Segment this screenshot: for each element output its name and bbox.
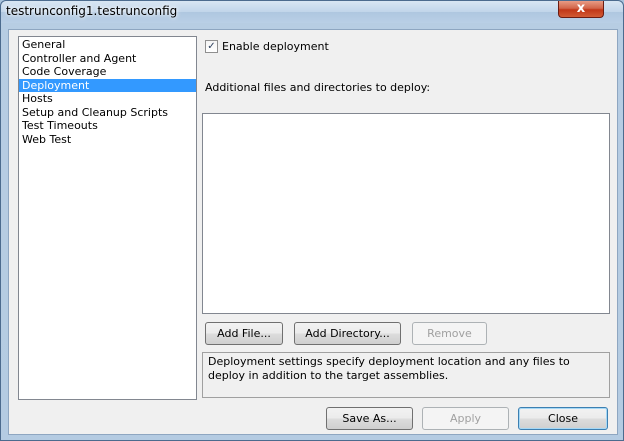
enable-deployment-checkbox[interactable]: ✓ — [205, 40, 218, 53]
checkmark-icon: ✓ — [207, 41, 216, 52]
close-window-button[interactable]: x — [558, 1, 604, 18]
close-button[interactable]: Close — [518, 407, 608, 430]
category-item-code-coverage[interactable]: Code Coverage — [19, 65, 196, 79]
add-directory-button[interactable]: Add Directory... — [294, 322, 401, 345]
dialog-window: testrunconfig1.testrunconfig x General C… — [0, 0, 624, 441]
remove-button[interactable]: Remove — [412, 322, 487, 345]
category-item-controller-and-agent[interactable]: Controller and Agent — [19, 52, 196, 66]
enable-deployment-label[interactable]: Enable deployment — [222, 40, 329, 53]
category-item-deployment[interactable]: Deployment — [19, 78, 196, 92]
category-item-test-timeouts[interactable]: Test Timeouts — [19, 119, 196, 133]
apply-button[interactable]: Apply — [422, 407, 509, 430]
window-title: testrunconfig1.testrunconfig — [6, 4, 178, 18]
category-item-setup-and-cleanup-scripts[interactable]: Setup and Cleanup Scripts — [19, 106, 196, 120]
additional-files-label: Additional files and directories to depl… — [205, 81, 431, 94]
category-list[interactable]: General Controller and Agent Code Covera… — [18, 36, 197, 400]
category-item-hosts[interactable]: Hosts — [19, 92, 196, 106]
title-bar[interactable]: testrunconfig1.testrunconfig x — [1, 1, 623, 23]
close-icon: x — [576, 1, 586, 16]
save-as-button[interactable]: Save As... — [326, 407, 413, 430]
category-item-web-test[interactable]: Web Test — [19, 133, 196, 147]
deployment-files-list[interactable] — [202, 113, 610, 314]
add-file-button[interactable]: Add File... — [205, 322, 283, 345]
dialog-client-area: General Controller and Agent Code Covera… — [8, 29, 618, 435]
deployment-description: Deployment settings specify deployment l… — [202, 352, 610, 398]
category-item-general[interactable]: General — [19, 38, 196, 52]
